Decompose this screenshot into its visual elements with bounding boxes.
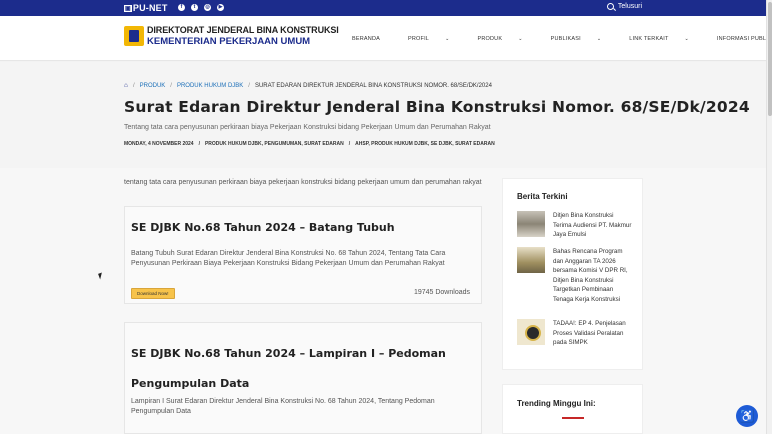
nav-link-terkait[interactable]: LINK TERKAIT ⌄ <box>629 36 703 42</box>
intro-text: tentang tata cara penyusunan perkiraan b… <box>124 179 482 186</box>
nav-label: PUBLIKASI <box>550 36 581 42</box>
logo-line-1: DIREKTORAT JENDERAL BINA KONSTRUKSI <box>147 25 339 35</box>
meta-separator: / <box>348 141 351 147</box>
meta-separator: / <box>198 141 200 147</box>
nav-informasi-publik[interactable]: INFORMASI PUBLIK⌄ <box>717 36 772 42</box>
logo-line-2: KEMENTERIAN PEKERJAAN UMUM <box>147 36 311 47</box>
page-description: Tentang tata cara penyusunan perkiraan b… <box>124 124 491 131</box>
social-links: f t ◎ ▶ <box>178 4 224 11</box>
news-title[interactable]: Ditjen Bina Konstruksi Terima Audiensi P… <box>553 211 633 240</box>
news-thumbnail[interactable] <box>517 247 545 273</box>
news-thumbnail[interactable] <box>517 211 545 237</box>
breadcrumb-link-produk[interactable]: PRODUK <box>140 83 166 89</box>
ministry-emblem-icon <box>124 26 144 46</box>
page-scrollbar[interactable] <box>766 0 772 434</box>
trending-heading: Trending Minggu Ini: <box>517 399 596 408</box>
news-title[interactable]: TADAA!: EP 4. Penjelasan Proses Validasi… <box>553 319 633 348</box>
youtube-icon[interactable]: ▶ <box>217 4 224 11</box>
download-title[interactable]: SE DJBK No.68 Tahun 2024 – Batang Tubuh <box>131 221 395 234</box>
heading-underline <box>562 417 584 419</box>
chevron-down-icon: ⌄ <box>596 36 602 42</box>
download-count: 19745 Downloads <box>413 289 470 296</box>
nav-label: PRODUK <box>477 36 503 42</box>
page-title: Surat Edaran Direktur Jenderal Bina Kons… <box>124 98 750 116</box>
download-card: SE DJBK No.68 Tahun 2024 – Batang Tubuh … <box>124 206 482 304</box>
download-description: Batang Tubuh Surat Edaran Direktur Jende… <box>131 250 446 267</box>
instagram-icon[interactable]: ◎ <box>204 4 211 11</box>
chevron-down-icon: ⌄ <box>445 36 450 42</box>
main-nav: BERANDA PROFIL ⌄ PRODUK ⌄ PUBLIKASI ⌄ LINK … <box>352 36 772 42</box>
download-button[interactable]: Download Now! <box>131 288 175 299</box>
chevron-down-icon: ⌄ <box>684 36 689 42</box>
facebook-icon[interactable]: f <box>178 4 185 11</box>
home-icon[interactable]: ⌂ <box>124 82 128 89</box>
news-item[interactable]: Ditjen Bina Konstruksi Terima Audiensi P… <box>517 211 633 240</box>
search-icon <box>606 3 614 10</box>
news-thumbnail[interactable] <box>517 319 545 345</box>
download-card: SE DJBK No.68 Tahun 2024 – Lampiran I – … <box>124 322 482 434</box>
news-item[interactable]: TADAA!: EP 4. Penjelasan Proses Validasi… <box>517 319 633 348</box>
latest-news-widget: Berita Terkini Ditjen Bina Konstruksi Te… <box>502 178 643 370</box>
sidebar-heading: Berita Terkini <box>517 192 568 201</box>
nav-profil[interactable]: PROFIL ⌄ <box>408 36 463 42</box>
breadcrumb-separator: / <box>170 82 172 89</box>
download-description: Lampiran I Surat Edaran Direktur Jendera… <box>131 398 435 415</box>
nav-beranda[interactable]: BERANDA <box>352 36 394 42</box>
trending-widget: Trending Minggu Ini: <box>502 384 643 434</box>
breadcrumb-separator: / <box>132 82 135 89</box>
post-meta: MONDAY, 4 NOVEMBER 2024 / PRODUK HUKUM D… <box>124 141 495 147</box>
brand-label: PU-NET <box>132 3 168 13</box>
nav-label: INFORMASI PUBLIK <box>716 36 772 42</box>
nav-label: PROFIL <box>408 36 430 42</box>
pu-net-logo[interactable]: ▣ PU-NET <box>124 3 168 13</box>
breadcrumb: ⌂ / PRODUK / PRODUK HUKUM DJBK / SURAT E… <box>124 82 492 89</box>
scrollbar-thumb[interactable] <box>768 2 772 116</box>
site-header: DIREKTORAT JENDERAL BINA KONSTRUKSI KEME… <box>0 16 772 61</box>
nav-label: BERANDA <box>352 36 380 42</box>
top-bar: ▣ PU-NET f t ◎ ▶ Telusuri <box>0 0 766 16</box>
site-logo[interactable]: DIREKTORAT JENDERAL BINA KONSTRUKSI KEME… <box>124 25 339 47</box>
nav-label: LINK TERKAIT <box>629 36 669 42</box>
accessibility-icon[interactable]: ♿ <box>736 405 758 427</box>
post-date: MONDAY, 4 NOVEMBER 2024 <box>124 141 194 147</box>
breadcrumb-link-produk-hukum[interactable]: PRODUK HUKUM DJBK <box>177 83 243 89</box>
news-item[interactable]: Bahas Rencana Program dan Anggaran TA 20… <box>517 247 633 304</box>
breadcrumb-current: SURAT EDARAN DIREKTUR JENDERAL BINA KONS… <box>254 82 492 89</box>
download-title[interactable]: SE DJBK No.68 Tahun 2024 – Lampiran I – … <box>131 339 477 399</box>
post-categories[interactable]: PRODUK HUKUM DJBK, PENGUMUMAN, SURAT EDA… <box>205 141 344 147</box>
search-button[interactable]: Telusuri <box>606 3 642 10</box>
chevron-down-icon: ⌄ <box>518 36 523 42</box>
search-label: Telusuri <box>617 3 642 10</box>
news-title[interactable]: Bahas Rencana Program dan Anggaran TA 20… <box>553 247 633 304</box>
twitter-icon[interactable]: t <box>191 4 198 11</box>
breadcrumb-separator: / <box>248 82 250 89</box>
post-tags[interactable]: AHSP, PRODUK HUKUM DJBK, SE DJBK, SURAT … <box>355 141 495 147</box>
nav-produk[interactable]: PRODUK ⌄ <box>477 36 536 42</box>
nav-publikasi[interactable]: PUBLIKASI ⌄ <box>551 36 616 42</box>
